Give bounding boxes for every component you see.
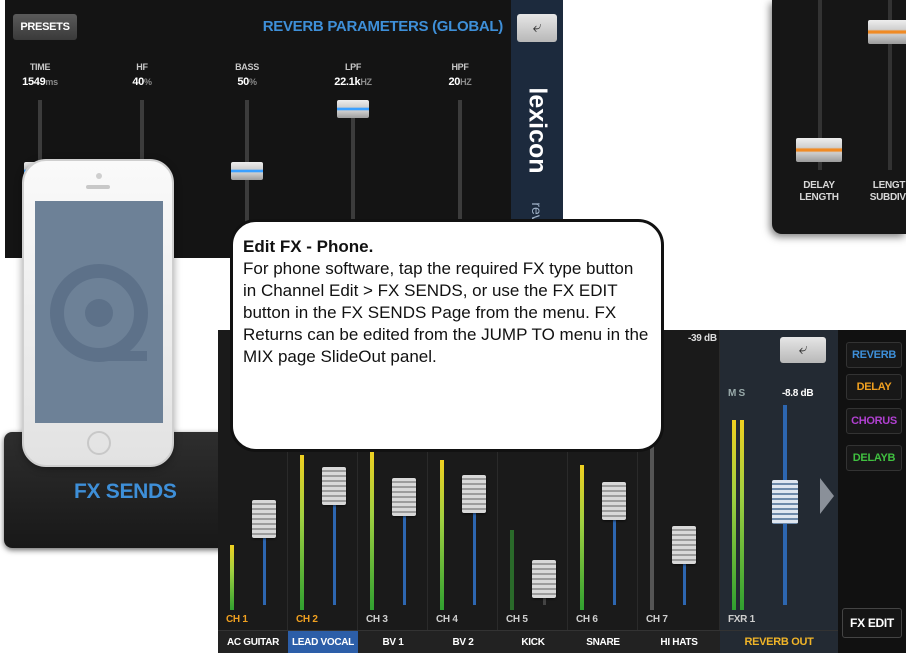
channel-fader-handle[interactable] xyxy=(252,500,276,538)
channel-number: CH 3 xyxy=(366,614,388,625)
channel-db-readout: -39 dB xyxy=(688,333,717,344)
fx-return-number: FXR 1 xyxy=(728,614,755,625)
channel-number: CH 6 xyxy=(576,614,598,625)
fx-return-db-readout: -8.8 dB xyxy=(782,388,814,399)
param-value-hf: 40% xyxy=(132,76,152,88)
lexicon-logo-text: lexicon xyxy=(523,87,552,174)
channel-name-lead-vocal[interactable]: LEAD VOCAL xyxy=(288,630,358,653)
param-label-lpf: LPF xyxy=(344,62,362,72)
channel-number: CH 2 xyxy=(296,614,318,625)
level-meter xyxy=(230,545,234,610)
bass-fader-handle[interactable] xyxy=(231,162,263,180)
param-label-time: TIME xyxy=(29,62,51,72)
level-meter xyxy=(300,455,304,610)
channel-name-ac-guitar[interactable]: AC GUITAR xyxy=(218,630,288,653)
level-meter xyxy=(370,450,374,610)
fx-type-column: REVERB DELAY CHORUS DELAYB FX EDIT xyxy=(838,330,906,653)
channel-fader-handle[interactable] xyxy=(392,478,416,516)
delay-length-label: DELAY LENGTH xyxy=(799,180,839,203)
channel-number: CH 1 xyxy=(226,614,248,625)
param-label-hpf: HPF xyxy=(451,62,469,72)
channel-name-snare[interactable]: SNARE xyxy=(568,630,638,653)
info-callout: Edit FX - Phone. For phone software, tap… xyxy=(230,219,664,452)
fx-type-delay-button[interactable]: DELAY xyxy=(846,374,902,400)
slideout-arrow-icon[interactable] xyxy=(820,478,834,514)
param-value-time: 1549ms xyxy=(22,76,58,88)
reverb-panel-title: REVERB PARAMETERS (GLOBAL) xyxy=(262,18,504,35)
fx-edit-button[interactable]: FX EDIT xyxy=(842,608,902,638)
fx-return-strip: ⤶ M S -8.8 dB FXR 1 xyxy=(720,330,838,653)
phone-camera xyxy=(96,173,102,179)
back-arrow-icon[interactable]: ⤶ xyxy=(780,337,826,363)
fx-type-chorus-button[interactable]: CHORUS xyxy=(846,408,902,434)
length-subdivision-fader-handle[interactable] xyxy=(868,20,906,44)
level-meter xyxy=(440,460,444,610)
channel-fader-handle[interactable] xyxy=(602,482,626,520)
param-label-bass: BASS xyxy=(235,62,259,72)
phone-speaker xyxy=(86,185,110,189)
channel-fader-handle[interactable] xyxy=(532,560,556,598)
fx-type-reverb-button[interactable]: REVERB xyxy=(846,342,902,368)
fx-return-fader-handle[interactable] xyxy=(772,480,798,524)
lpf-fader-handle[interactable] xyxy=(337,100,369,118)
level-meter xyxy=(510,530,514,610)
fx-sends-button[interactable]: FX SENDS xyxy=(74,480,177,504)
fx-return-name[interactable]: REVERB OUT xyxy=(720,630,838,653)
fx-return-meter-left xyxy=(732,420,736,610)
channel-fader-handle[interactable] xyxy=(322,467,346,505)
channel-number: CH 4 xyxy=(436,614,458,625)
phone-screen xyxy=(35,201,163,423)
channel-name-bv-1[interactable]: BV 1 xyxy=(358,630,428,653)
mute-solo-label[interactable]: M S xyxy=(728,388,745,399)
param-value-lpf: 22.1kHZ xyxy=(334,76,372,88)
presets-button[interactable]: PRESETS xyxy=(13,14,77,40)
phone-illustration xyxy=(22,159,174,467)
delay-length-fader-handle[interactable] xyxy=(796,138,842,162)
channel-fader-handle[interactable] xyxy=(462,475,486,513)
delay-parameters-panel: DELAY LENGTH LENGT SUBDIVI xyxy=(772,0,906,234)
callout-title: Edit FX - Phone. xyxy=(243,237,374,256)
channel-fader-handle[interactable] xyxy=(672,526,696,564)
phone-home-button xyxy=(87,431,111,455)
channel-name-hi-hats[interactable]: HI HATS xyxy=(638,630,720,653)
param-value-hpf: 20HZ xyxy=(448,76,472,88)
level-meter xyxy=(580,465,584,610)
channel-name-bv-2[interactable]: BV 2 xyxy=(428,630,498,653)
channel-number: CH 7 xyxy=(646,614,668,625)
param-label-hf: HF xyxy=(136,62,148,72)
fx-type-delayb-button[interactable]: DELAYB xyxy=(846,445,902,471)
channel-number: CH 5 xyxy=(506,614,528,625)
length-subdivision-label: LENGT SUBDIVI xyxy=(869,180,906,203)
back-arrow-icon[interactable]: ⤶ xyxy=(517,14,557,42)
app-logo-icon xyxy=(50,264,148,362)
callout-body: For phone software, tap the required FX … xyxy=(243,259,649,366)
channel-name-kick[interactable]: KICK xyxy=(498,630,568,653)
fx-return-meter-right xyxy=(740,420,744,610)
param-value-bass: 50% xyxy=(237,76,257,88)
